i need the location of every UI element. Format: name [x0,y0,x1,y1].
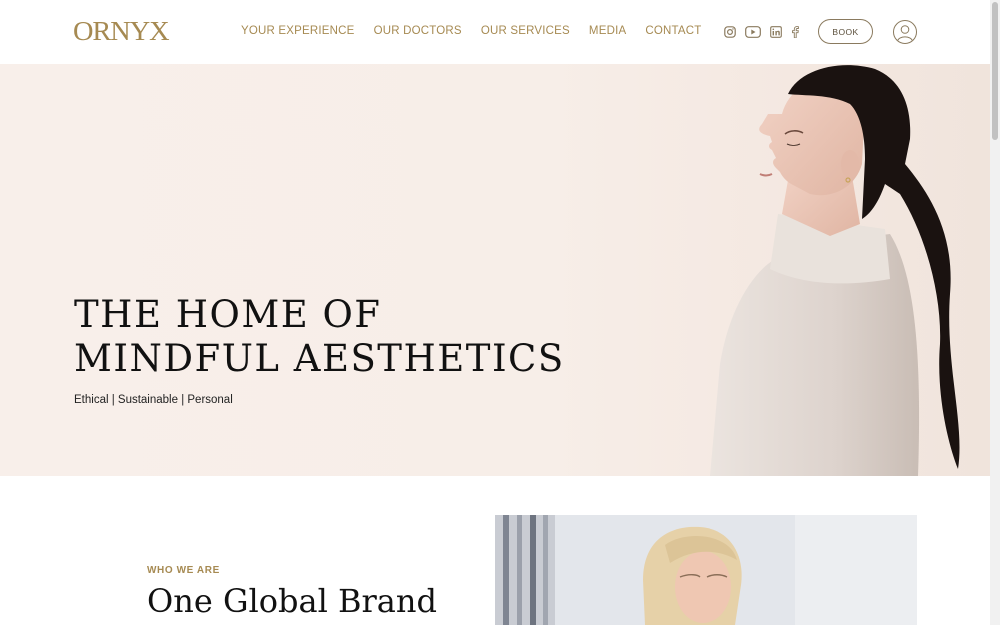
nav-our-services[interactable]: OUR SERVICES [481,25,570,37]
hero-title: THE HOME OF MINDFUL AESTHETICS [74,293,565,381]
nav-media[interactable]: MEDIA [589,25,626,37]
scrollbar-thumb[interactable] [992,2,998,140]
nav-contact[interactable]: CONTACT [645,25,701,37]
hero-portrait-image [710,65,960,476]
about-title: One Global Brand [147,582,437,620]
page-scrollbar[interactable] [990,0,1000,625]
nav-your-experience[interactable]: YOUR EXPERIENCE [241,25,355,37]
hero-subtitle: Ethical | Sustainable | Personal [74,394,233,406]
about-doctor-image [495,515,917,625]
site-header: ORNYX YOUR EXPERIENCE OUR DOCTORS OUR SE… [0,0,990,64]
main-nav: YOUR EXPERIENCE OUR DOCTORS OUR SERVICES… [241,25,720,37]
youtube-icon[interactable] [745,25,761,43]
nav-our-doctors[interactable]: OUR DOCTORS [374,25,462,37]
book-button[interactable]: BOOK [818,19,873,44]
hero-title-line1: THE HOME OF [74,293,382,336]
instagram-icon[interactable] [724,25,736,43]
hero-title-line2: MINDFUL AESTHETICS [74,337,565,380]
about-eyebrow: WHO WE ARE [147,565,220,576]
user-icon[interactable] [893,20,917,44]
linkedin-icon[interactable] [770,25,782,43]
hero-banner: THE HOME OF MINDFUL AESTHETICS Ethical |… [0,64,990,476]
brand-logo[interactable]: ORNYX [73,16,170,47]
facebook-icon[interactable] [791,25,799,43]
